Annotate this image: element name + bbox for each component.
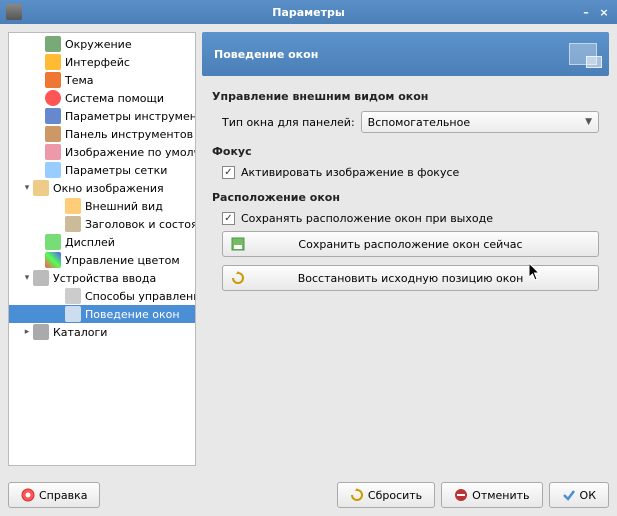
content-panel: Поведение окон Управление внешним видом …: [202, 32, 609, 466]
focus-activate-checkbox[interactable]: ✓: [222, 166, 235, 179]
panel-type-combo[interactable]: Вспомогательное ▼: [361, 111, 599, 133]
sidebar-item-theme[interactable]: Тема: [9, 71, 195, 89]
sidebar-item-input-controllers[interactable]: Способы управления: [9, 287, 195, 305]
save-on-exit-label: Сохранять расположение окон при выходе: [241, 212, 493, 225]
window-title: Параметры: [272, 6, 345, 19]
cancel-button[interactable]: Отменить: [441, 482, 542, 508]
button-label: Восстановить исходную позицию окон: [298, 272, 524, 285]
sidebar-item-label: Окно изображения: [53, 182, 164, 195]
focus-activate-label: Активировать изображение в фокусе: [241, 166, 459, 179]
sidebar-item-label: Интерфейс: [65, 56, 130, 69]
ok-button[interactable]: ОК: [549, 482, 609, 508]
focus-activate-row: ✓ Активировать изображение в фокусе: [222, 166, 599, 179]
help-icon: [21, 488, 35, 502]
sidebar-item-appearance[interactable]: Внешний вид: [9, 197, 195, 215]
sidebar-item-tool-options[interactable]: Параметры инструментов: [9, 107, 195, 125]
sidebar-item-title-status[interactable]: Заголовок и состояние: [9, 215, 195, 233]
sidebar[interactable]: Окружение Интерфейс Тема Система помощи …: [8, 32, 196, 466]
sidebar-item-label: Управление цветом: [65, 254, 180, 267]
reset-button[interactable]: Сбросить: [337, 482, 435, 508]
panel-title: Поведение окон: [214, 48, 318, 61]
window-controls: – ×: [579, 5, 611, 19]
sidebar-item-label: Каталоги: [53, 326, 107, 339]
sidebar-item-interface[interactable]: Интерфейс: [9, 53, 195, 71]
sidebar-item-label: Параметры сетки: [65, 164, 167, 177]
restore-positions-button[interactable]: Восстановить исходную позицию окон: [222, 265, 599, 291]
sidebar-item-grid[interactable]: Параметры сетки: [9, 161, 195, 179]
windows-icon: [569, 43, 597, 65]
save-icon: [231, 237, 245, 251]
sidebar-item-label: Система помощи: [65, 92, 164, 105]
main-area: Окружение Интерфейс Тема Система помощи …: [0, 24, 617, 474]
sidebar-item-label: Дисплей: [65, 236, 115, 249]
expander-icon[interactable]: ▸: [21, 327, 33, 337]
button-label: Справка: [39, 489, 87, 502]
sidebar-item-label: Параметры инструментов: [65, 110, 196, 123]
sidebar-item-catalogs[interactable]: ▸ Каталоги: [9, 323, 195, 341]
sidebar-item-label: Внешний вид: [85, 200, 163, 213]
chevron-down-icon: ▼: [585, 117, 592, 127]
button-label: ОК: [580, 489, 596, 502]
button-label: Сбросить: [368, 489, 422, 502]
save-positions-now-button[interactable]: Сохранить расположение окон сейчас: [222, 231, 599, 257]
panel-type-value: Вспомогательное: [368, 116, 470, 129]
expander-icon[interactable]: ▾: [21, 183, 33, 193]
sidebar-item-label: Способы управления: [85, 290, 196, 303]
titlebar: Параметры – ×: [0, 0, 617, 24]
sidebar-item-display[interactable]: Дисплей: [9, 233, 195, 251]
save-on-exit-row: ✓ Сохранять расположение окон при выходе: [222, 212, 599, 225]
panel-type-label: Тип окна для панелей:: [222, 116, 355, 129]
help-button[interactable]: Справка: [8, 482, 100, 508]
app-icon: [6, 4, 22, 20]
panel-header: Поведение окон: [202, 32, 609, 76]
sidebar-item-label: Поведение окон: [85, 308, 180, 321]
sidebar-item-label: Заголовок и состояние: [85, 218, 196, 231]
sidebar-item-input-devices[interactable]: ▾ Устройства ввода: [9, 269, 195, 287]
restore-icon: [231, 271, 245, 285]
panel-body: Управление внешним видом окон Тип окна д…: [202, 76, 609, 466]
sidebar-item-default-image[interactable]: Изображение по умолчанию: [9, 143, 195, 161]
ok-icon: [562, 488, 576, 502]
minimize-button[interactable]: –: [579, 5, 593, 19]
sidebar-item-help-system[interactable]: Система помощи: [9, 89, 195, 107]
sidebar-item-label: Окружение: [65, 38, 132, 51]
reset-icon: [350, 488, 364, 502]
sidebar-item-environment[interactable]: Окружение: [9, 35, 195, 53]
sidebar-item-label: Изображение по умолчанию: [65, 146, 196, 159]
sidebar-item-toolbox[interactable]: Панель инструментов: [9, 125, 195, 143]
sidebar-item-label: Тема: [65, 74, 94, 87]
close-button[interactable]: ×: [597, 5, 611, 19]
sidebar-item-label: Устройства ввода: [53, 272, 156, 285]
footer: Справка Сбросить Отменить ОК: [0, 474, 617, 516]
panel-type-row: Тип окна для панелей: Вспомогательное ▼: [222, 111, 599, 133]
sidebar-item-image-window[interactable]: ▾ Окно изображения: [9, 179, 195, 197]
sidebar-item-window-behavior[interactable]: Поведение окон: [9, 305, 195, 323]
section-focus-title: Фокус: [212, 145, 599, 158]
sidebar-item-color-management[interactable]: Управление цветом: [9, 251, 195, 269]
cancel-icon: [454, 488, 468, 502]
button-label: Отменить: [472, 489, 529, 502]
button-label: Сохранить расположение окон сейчас: [298, 238, 522, 251]
section-layout-title: Расположение окон: [212, 191, 599, 204]
section-appearance-title: Управление внешним видом окон: [212, 90, 599, 103]
expander-icon[interactable]: ▾: [21, 273, 33, 283]
sidebar-item-label: Панель инструментов: [65, 128, 193, 141]
save-on-exit-checkbox[interactable]: ✓: [222, 212, 235, 225]
